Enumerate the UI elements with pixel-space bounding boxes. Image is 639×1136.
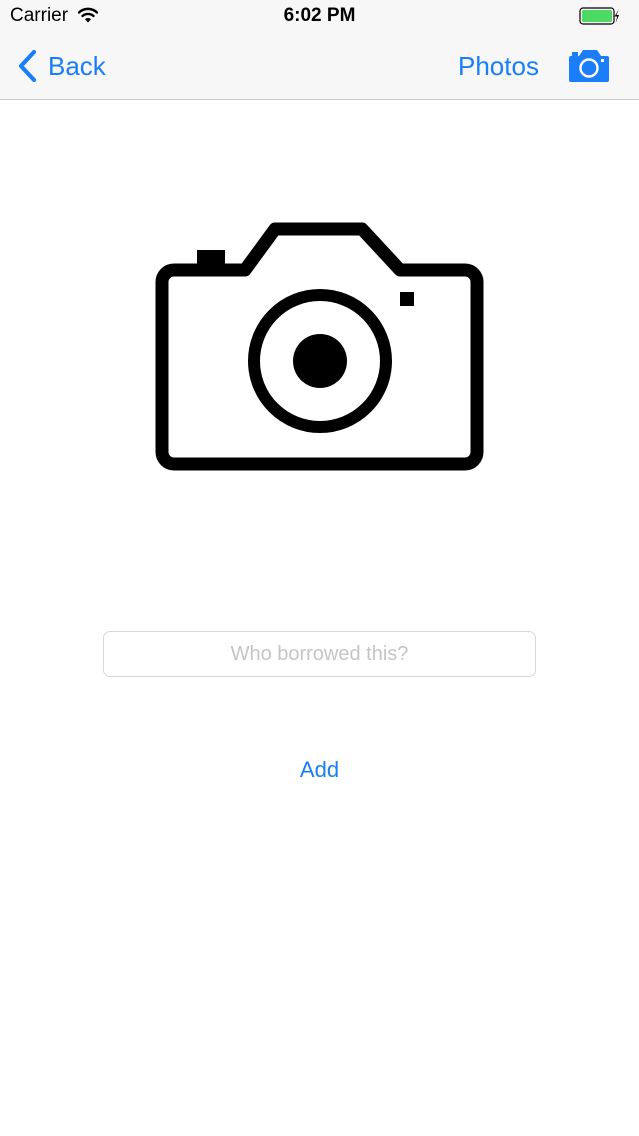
add-button[interactable]: Add [292, 754, 347, 786]
status-time: 6:02 PM [283, 5, 356, 26]
camera-icon [155, 222, 484, 471]
photos-button[interactable]: Photos [458, 46, 539, 86]
chevron-left-icon [18, 49, 37, 83]
navigation-bar: Back Photos [0, 34, 639, 98]
borrower-name-input[interactable] [103, 631, 536, 677]
status-bar: Carrier 6:02 PM [0, 0, 639, 34]
top-chrome: Carrier 6:02 PM Back Photos [0, 0, 639, 100]
back-label: Back [48, 51, 106, 81]
camera-icon[interactable] [566, 48, 612, 84]
battery-icon [579, 7, 619, 25]
add-button-row: Add [0, 754, 639, 786]
back-button[interactable]: Back [16, 46, 106, 86]
